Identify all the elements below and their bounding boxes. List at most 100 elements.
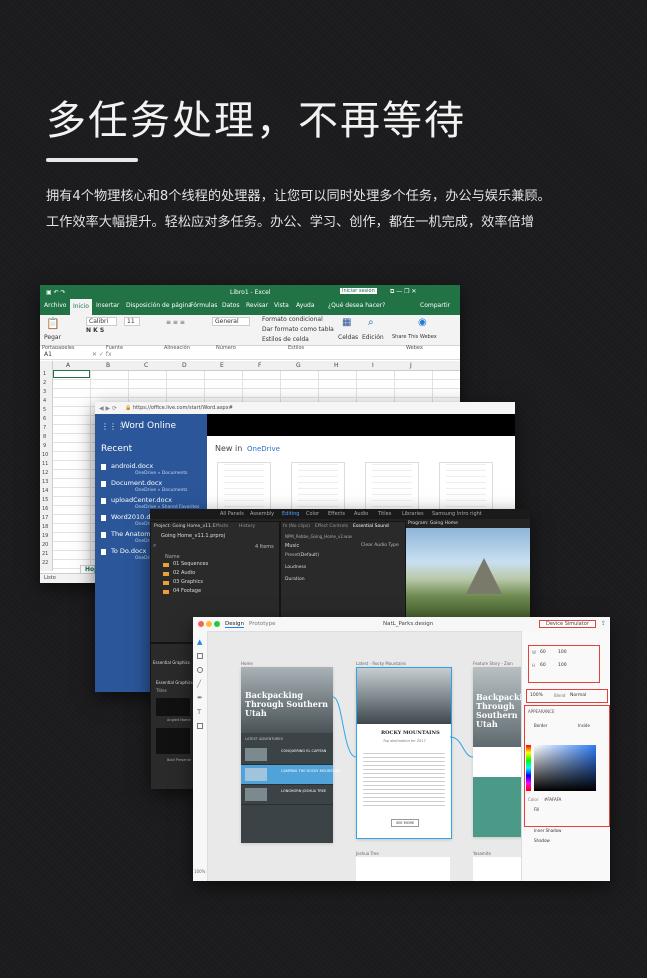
paste-button[interactable]: Pegar bbox=[44, 334, 61, 341]
cell-styles-button[interactable]: Estilos de celda bbox=[262, 336, 309, 343]
recent-doc-name[interactable]: uploadCenter.docx bbox=[111, 496, 172, 504]
col-c[interactable]: C bbox=[144, 362, 148, 369]
loudness-label[interactable]: Loudness bbox=[285, 565, 306, 570]
row-20[interactable]: 20 bbox=[42, 542, 48, 548]
font-size-select[interactable]: 11 bbox=[124, 317, 140, 326]
share-button[interactable]: Compartir bbox=[420, 302, 450, 309]
row-4[interactable]: 4 bbox=[43, 398, 46, 404]
row-1[interactable]: 1 bbox=[43, 371, 46, 377]
angled-name-thumbnail[interactable] bbox=[156, 698, 190, 716]
row-12[interactable]: 12 bbox=[42, 470, 48, 476]
tab-inicio[interactable]: Inicio bbox=[70, 299, 92, 315]
clear-audio-type-button[interactable]: Clear Audio Type bbox=[361, 543, 399, 548]
recent-doc-name[interactable]: Document.docx bbox=[111, 479, 162, 487]
selected-cell[interactable] bbox=[53, 370, 90, 378]
workspace-tab[interactable]: All Panels bbox=[220, 511, 244, 517]
url-text[interactable]: https://office.live.com/start/Word.aspx# bbox=[133, 405, 233, 411]
formula-bar[interactable]: A1 ✕ ✓ fx bbox=[40, 349, 460, 360]
name-box[interactable]: A1 bbox=[44, 351, 52, 358]
col-a[interactable]: A bbox=[66, 362, 70, 369]
tab-insertar[interactable]: Insertar bbox=[96, 302, 119, 309]
tab-formulas[interactable]: Fórmulas bbox=[190, 302, 217, 309]
row-18[interactable]: 18 bbox=[42, 524, 48, 530]
row-14[interactable]: 14 bbox=[42, 488, 48, 494]
workspace-tab[interactable]: Titles bbox=[378, 511, 391, 517]
col-d[interactable]: D bbox=[182, 362, 187, 369]
col-b[interactable]: B bbox=[106, 362, 110, 369]
history-tab[interactable]: History bbox=[239, 524, 255, 529]
conditional-format-button[interactable]: Formato condicional bbox=[262, 316, 323, 323]
recent-doc-name[interactable]: android.docx bbox=[111, 462, 153, 470]
name-column-header[interactable]: Name bbox=[165, 554, 180, 560]
workspace-tab[interactable]: Effects bbox=[328, 511, 345, 517]
tab-ayuda[interactable]: Ayuda bbox=[296, 302, 315, 309]
row-22[interactable]: 22 bbox=[42, 560, 48, 566]
col-i[interactable]: I bbox=[372, 362, 374, 369]
editing-button[interactable]: Edición bbox=[362, 334, 384, 341]
bin-item[interactable]: 04 Footage bbox=[173, 588, 201, 594]
row-3[interactable]: 3 bbox=[43, 389, 46, 395]
blend-mode-select[interactable]: Normal bbox=[570, 693, 586, 698]
workspace-tab[interactable]: Color bbox=[306, 511, 319, 517]
browser-nav-icon[interactable]: ◀ ▶ ⟳ bbox=[99, 405, 117, 412]
adobe-xd-window[interactable]: Design Prototype NatL_Parks.design Devic… bbox=[193, 617, 610, 881]
row-19[interactable]: 19 bbox=[42, 533, 48, 539]
essential-graphics-tab[interactable]: Essential Graphics bbox=[153, 660, 190, 665]
share-webex-button[interactable]: Share This Webex bbox=[392, 334, 437, 340]
align-icon[interactable]: ≡ ≡ ≡ bbox=[166, 319, 185, 326]
y-field[interactable]: 100 bbox=[558, 663, 567, 668]
row-9[interactable]: 9 bbox=[43, 443, 46, 449]
effects-tab[interactable]: Effects bbox=[213, 524, 228, 529]
row-16[interactable]: 16 bbox=[42, 506, 48, 512]
workspace-tab-editing[interactable]: Editing bbox=[282, 511, 299, 517]
window-controls-icon[interactable]: ⧉ — ❐ ✕ bbox=[390, 288, 416, 296]
signin-button[interactable]: Iniciar sesión bbox=[340, 288, 377, 294]
tab-revisar[interactable]: Revisar bbox=[246, 302, 268, 309]
essential-graphics-panel[interactable]: Essential Graphics Essential Graphics Ti… bbox=[150, 643, 195, 789]
hex-field[interactable]: #FAFAFA bbox=[544, 797, 561, 802]
workspace-tab[interactable]: Libraries bbox=[402, 511, 424, 517]
border-position-select[interactable]: Inside bbox=[578, 723, 590, 728]
save-icon[interactable]: ▣ ↶ ↷ bbox=[46, 289, 66, 296]
tab-archivo[interactable]: Archivo bbox=[44, 302, 66, 309]
col-g[interactable]: G bbox=[296, 362, 301, 369]
inner-shadow-checkbox[interactable]: Inner Shadow bbox=[534, 828, 561, 833]
row-13[interactable]: 13 bbox=[42, 479, 48, 485]
row-8[interactable]: 8 bbox=[43, 434, 46, 440]
col-f[interactable]: F bbox=[258, 362, 261, 369]
col-e[interactable]: E bbox=[220, 362, 224, 369]
workspace-tab[interactable]: Audio bbox=[354, 511, 368, 517]
titles-folder[interactable]: Titles bbox=[156, 688, 167, 693]
tab-datos[interactable]: Datos bbox=[222, 302, 239, 309]
cells-button[interactable]: Celdas bbox=[338, 334, 358, 341]
row-6[interactable]: 6 bbox=[43, 416, 46, 422]
row-21[interactable]: 21 bbox=[42, 551, 48, 557]
border-checkbox[interactable]: Border bbox=[534, 723, 547, 728]
bin-item[interactable]: 03 Graphics bbox=[173, 579, 203, 585]
font-name-select[interactable]: Calibri bbox=[86, 317, 118, 326]
color-picker[interactable] bbox=[534, 745, 596, 791]
tell-me-search[interactable]: ¿Qué desea hacer? bbox=[328, 302, 385, 309]
fx-tab[interactable]: fx (No clips) bbox=[283, 524, 310, 529]
bin-item[interactable]: 02 Audio bbox=[173, 570, 195, 576]
x-field[interactable]: 100 bbox=[558, 650, 567, 655]
bold-italic-underline-icon[interactable]: N K S bbox=[86, 327, 104, 334]
row-5[interactable]: 5 bbox=[43, 407, 46, 413]
effect-controls-tab[interactable]: Effect Controls bbox=[315, 524, 348, 529]
preset-select[interactable]: (Default) bbox=[299, 553, 319, 558]
bin-item[interactable]: 01 Sequences bbox=[173, 561, 208, 567]
row-15[interactable]: 15 bbox=[42, 497, 48, 503]
row-10[interactable]: 10 bbox=[42, 452, 48, 458]
row-7[interactable]: 7 bbox=[43, 425, 46, 431]
tab-vista[interactable]: Vista bbox=[274, 302, 289, 309]
essential-sound-tab[interactable]: Essential Sound bbox=[353, 524, 389, 529]
row-2[interactable]: 2 bbox=[43, 380, 46, 386]
recent-doc-name[interactable]: To Do.docx bbox=[111, 547, 146, 555]
number-format-select[interactable]: General bbox=[212, 317, 250, 326]
duration-label[interactable]: Duration bbox=[285, 577, 305, 582]
shadow-checkbox[interactable]: Shadow bbox=[534, 838, 550, 843]
paste-icon[interactable]: 📋 bbox=[46, 317, 60, 330]
project-tab[interactable]: Project: Going Home_v11.1 bbox=[154, 524, 215, 529]
recent-doc-name[interactable]: The Anatomy bbox=[111, 530, 154, 538]
row-11[interactable]: 11 bbox=[42, 461, 48, 467]
